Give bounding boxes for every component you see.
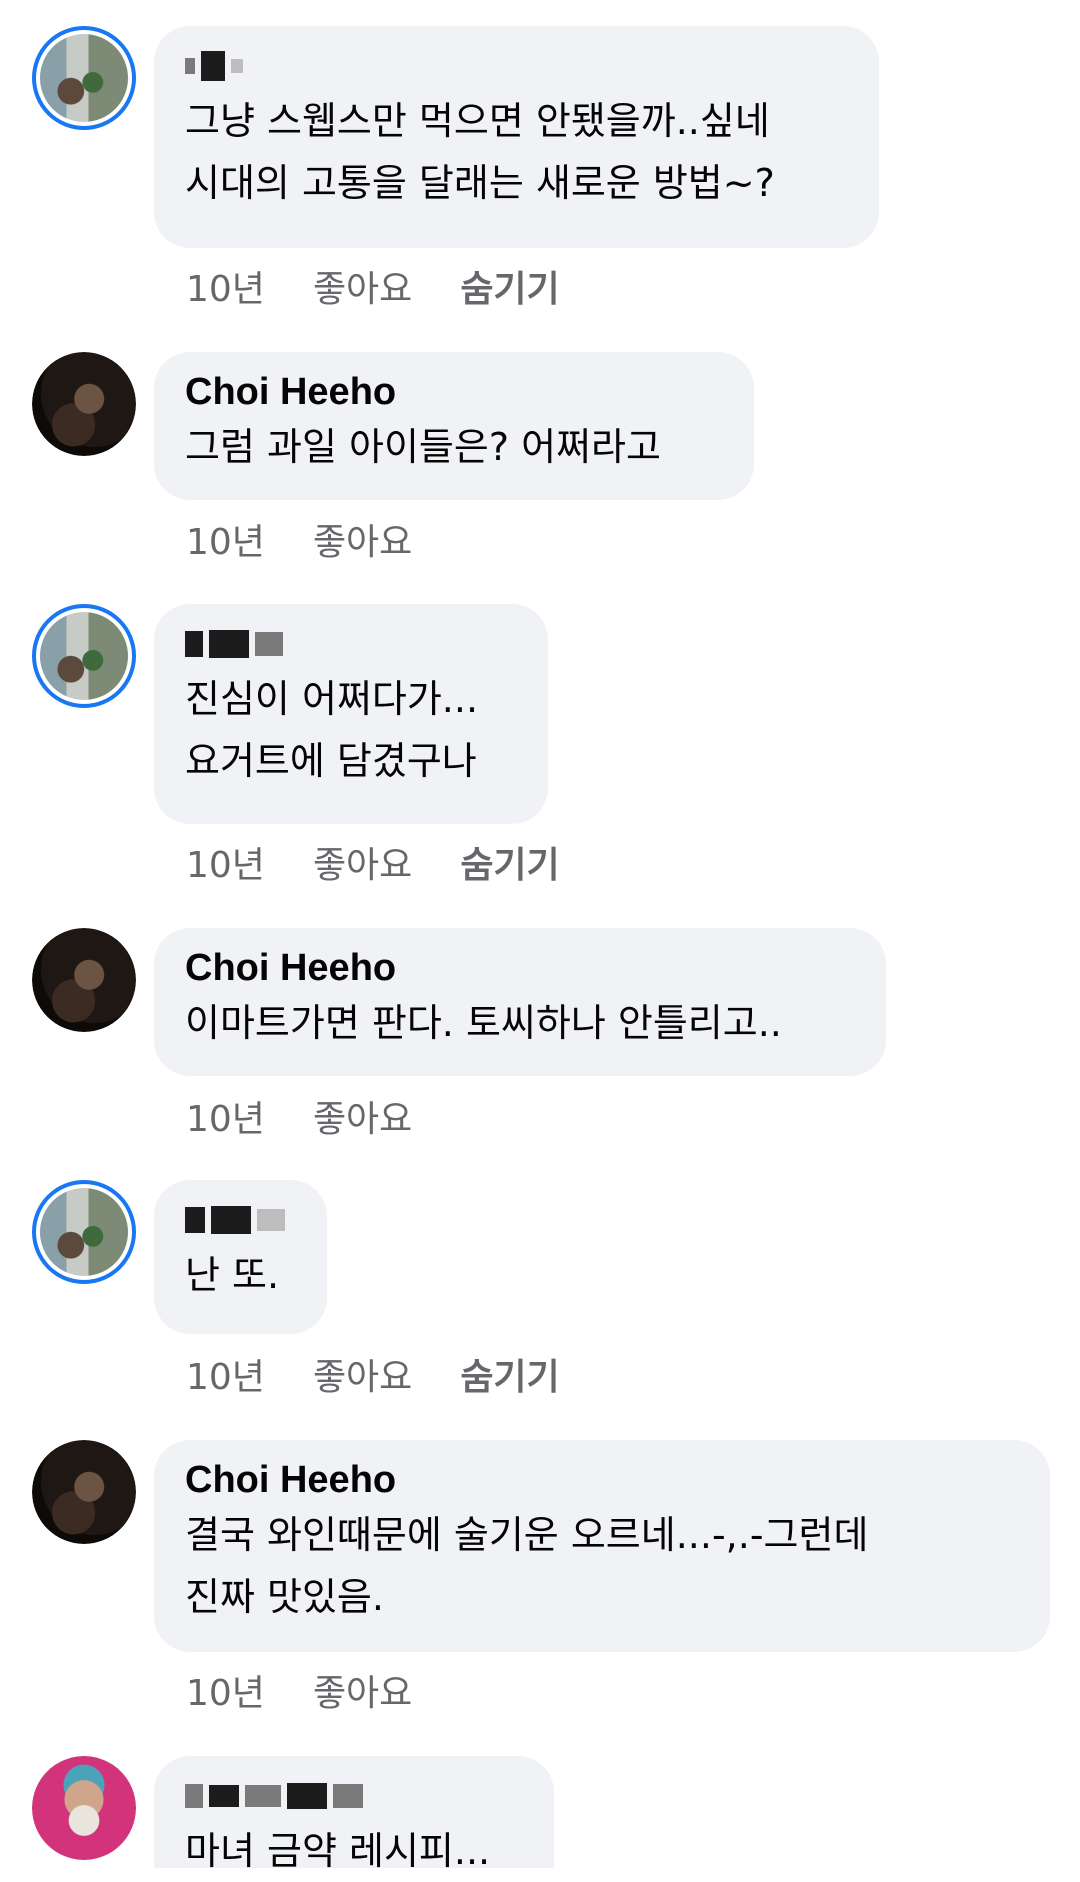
comment-text: 결국 와인때문에 술기운 오르네...-,.-그런데 진짜 맛있음. <box>185 1513 869 1619</box>
avatar[interactable] <box>32 26 136 130</box>
avatar-image <box>32 352 136 456</box>
hide-button[interactable]: 숨기기 <box>460 1356 559 1400</box>
comment-bubble: 그냥 스웹스만 먹으면 안됐을까..싶네 시대의 고통을 달래는 새로운 방법~… <box>154 26 879 248</box>
timestamp[interactable]: 10년 <box>186 268 265 312</box>
timestamp[interactable]: 10년 <box>186 1672 265 1716</box>
avatar[interactable] <box>32 352 136 456</box>
comment-text: 마녀 금약 레시피... <box>185 1829 491 1873</box>
avatar-image <box>40 34 128 122</box>
comment-actions: 10년 좋아요 숨기기 <box>186 844 608 888</box>
hide-button[interactable]: 숨기기 <box>460 844 559 888</box>
comment-text: 난 또. <box>185 1253 280 1297</box>
comment-text: 이마트가면 판다. 토씨하나 안틀리고.. <box>185 1001 782 1045</box>
comment-bubble: 마녀 금약 레시피... <box>154 1756 554 1873</box>
author-name[interactable]: Choi Heeho <box>185 368 724 416</box>
comment-actions: 10년 좋아요 <box>186 1672 460 1716</box>
avatar[interactable] <box>32 1440 136 1544</box>
author-name[interactable]: Choi Heeho <box>185 1456 1020 1504</box>
author-name-pixelated[interactable] <box>185 1772 524 1820</box>
avatar-image <box>32 928 136 1032</box>
like-button[interactable]: 좋아요 <box>313 1098 412 1142</box>
comment-bubble: Choi Heeho 그럼 과일 아이들은? 어쩌라고 <box>154 352 754 500</box>
avatar-image <box>32 1440 136 1544</box>
author-name-pixelated[interactable] <box>185 1196 297 1244</box>
comment-actions: 10년 좋아요 <box>186 1098 460 1142</box>
like-button[interactable]: 좋아요 <box>313 1672 412 1716</box>
comment-text: 진심이 어쩌다가... 요거트에 담겼구나 <box>185 677 479 783</box>
author-name[interactable]: Choi Heeho <box>185 944 856 992</box>
avatar[interactable] <box>32 604 136 708</box>
avatar[interactable] <box>32 1180 136 1284</box>
hide-button[interactable]: 숨기기 <box>460 268 559 312</box>
comment-bubble: Choi Heeho 결국 와인때문에 술기운 오르네...-,.-그런데 진짜… <box>154 1440 1050 1652</box>
like-button[interactable]: 좋아요 <box>313 844 412 888</box>
comment-bubble: Choi Heeho 이마트가면 판다. 토씨하나 안틀리고.. <box>154 928 886 1076</box>
timestamp[interactable]: 10년 <box>186 1098 265 1142</box>
avatar-image <box>40 1188 128 1276</box>
avatar[interactable] <box>32 1756 136 1860</box>
comment-text: 그럼 과일 아이들은? 어쩌라고 <box>185 425 661 469</box>
avatar[interactable] <box>32 928 136 1032</box>
like-button[interactable]: 좋아요 <box>313 1356 412 1400</box>
avatar-image <box>40 612 128 700</box>
author-name-pixelated[interactable] <box>185 42 849 90</box>
timestamp[interactable]: 10년 <box>186 1356 265 1400</box>
like-button[interactable]: 좋아요 <box>313 521 412 565</box>
like-button[interactable]: 좋아요 <box>313 268 412 312</box>
timestamp[interactable]: 10년 <box>186 844 265 888</box>
comment-actions: 10년 좋아요 <box>186 521 460 565</box>
comment-actions: 10년 좋아요 숨기기 <box>186 1356 608 1400</box>
avatar-image <box>32 1756 136 1860</box>
comment-bubble: 난 또. <box>154 1180 327 1334</box>
comment-text: 그냥 스웹스만 먹으면 안됐을까..싶네 시대의 고통을 달래는 새로운 방법~… <box>185 99 775 205</box>
comment-bubble: 진심이 어쩌다가... 요거트에 담겼구나 <box>154 604 548 824</box>
comment-actions: 10년 좋아요 숨기기 <box>186 268 608 312</box>
author-name-pixelated[interactable] <box>185 620 518 668</box>
timestamp[interactable]: 10년 <box>186 521 265 565</box>
